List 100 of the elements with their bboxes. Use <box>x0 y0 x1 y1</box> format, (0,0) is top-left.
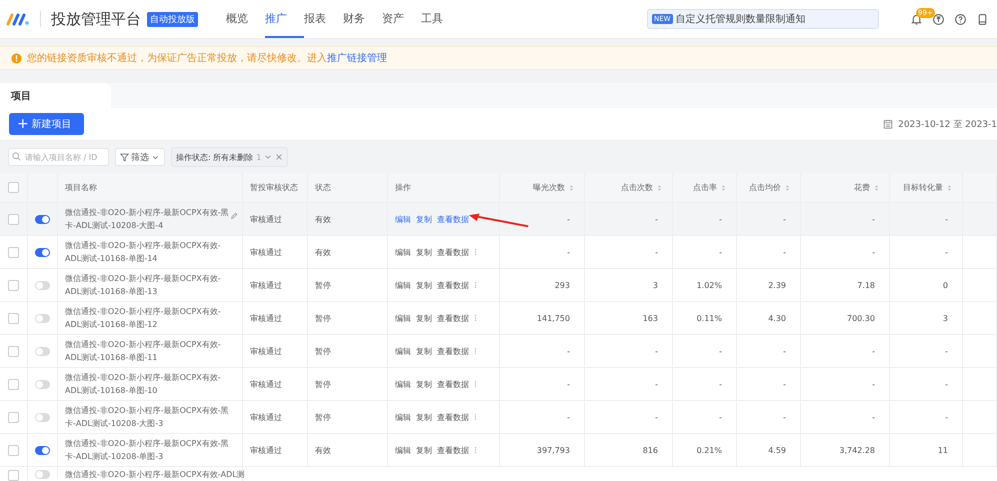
toggle-switch[interactable] <box>35 380 50 388</box>
nav-tab[interactable]: 推广 <box>265 0 304 38</box>
toggle-switch[interactable] <box>35 470 50 479</box>
more-icon[interactable] <box>474 281 477 289</box>
action-link[interactable]: 查看数据 <box>437 346 469 356</box>
table-cell: 3 <box>652 280 658 290</box>
select-all-checkbox[interactable] <box>8 182 19 193</box>
column-header: 点击均价 <box>749 182 781 193</box>
action-link[interactable]: 复制 <box>416 346 432 356</box>
table-cell: - <box>872 346 875 356</box>
sort-icon[interactable] <box>947 184 952 192</box>
action-link[interactable]: 复制 <box>416 444 432 456</box>
edition-badge: 自动投放版 <box>147 12 198 26</box>
action-link[interactable]: 查看数据 <box>437 214 469 224</box>
link-management-link[interactable]: 推广链接管理 <box>327 53 387 64</box>
nav-tab[interactable]: 概览 <box>226 0 265 38</box>
project-name: 微信通投-非O2O-新小程序-最新OCPX有效-黑卡-ADL测试-10208-大图-3 <box>65 405 230 430</box>
nav-tab[interactable]: 报表 <box>304 0 343 38</box>
nav-tab[interactable]: 财务 <box>343 0 382 38</box>
more-icon[interactable] <box>474 446 477 454</box>
action-link[interactable]: 复制 <box>416 378 432 390</box>
action-link[interactable]: 查看数据 <box>437 444 469 456</box>
nav-tab[interactable]: 资产 <box>382 0 421 38</box>
more-icon[interactable] <box>474 248 477 256</box>
more-icon[interactable] <box>474 413 477 421</box>
table-row[interactable]: 微信通投-非O2O-新小程序-最新OCPX有效-ADL测试-10168-单图-10 审核通过 暂停 编辑 复制 查看数据 - - - - - - <box>0 368 997 401</box>
project-name: 微信通投-非O2O-新小程序-最新OCPX有效-ADL测试-10168-单图-13 <box>65 273 222 298</box>
table-row[interactable]: 微信通投-非O2O-新小程序-最新OCPX有效-ADL测试-10168-单图-13 审核通过 暂停 编辑 复制 查看数据 293 3 1.02% 2.39 7.18 0 <box>0 269 997 302</box>
action-link[interactable]: 编辑 <box>395 246 411 258</box>
sort-icon[interactable] <box>657 184 662 192</box>
row-checkbox[interactable] <box>8 412 19 422</box>
nav-tab[interactable]: 工具 <box>421 0 460 38</box>
row-checkbox[interactable] <box>8 470 19 481</box>
table-row[interactable]: 微信通投-非O2O-新小程序-最新OCPX有效-黑卡-ADL测试-10208-大图-3 审核通过 暂停 编辑 复制 查看数据 - - - - - - <box>0 401 997 434</box>
action-link[interactable]: 查看数据 <box>437 280 469 290</box>
filter-button[interactable]: 筛选 <box>115 148 165 166</box>
pencil-icon[interactable] <box>230 212 238 220</box>
toggle-switch[interactable] <box>35 446 50 454</box>
more-icon[interactable] <box>474 380 477 388</box>
project-tab[interactable]: 项目 <box>0 83 111 108</box>
search-field[interactable]: 请输入项目名称 / ID <box>8 148 109 166</box>
tablet-icon[interactable] <box>976 12 989 26</box>
calendar-icon <box>883 119 894 129</box>
toggle-switch[interactable] <box>35 346 50 356</box>
row-checkbox[interactable] <box>8 246 19 258</box>
warning-icon <box>11 52 22 64</box>
action-link[interactable]: 编辑 <box>395 312 411 324</box>
action-link[interactable]: 编辑 <box>395 280 411 290</box>
table-row[interactable]: 微信通投-非O2O-新小程序-最新OCPX有效-ADL测试-10168-单图-14 审核通过 有效 编辑 复制 查看数据 - - - - - - <box>0 236 997 269</box>
table-cell: - <box>567 214 570 224</box>
filter-chip[interactable]: 操作状态: 所有未删除 1 <box>171 147 288 167</box>
help-icon[interactable] <box>954 12 967 26</box>
more-icon[interactable] <box>474 314 477 322</box>
action-link[interactable]: 查看数据 <box>437 412 469 422</box>
action-link[interactable]: 编辑 <box>395 412 411 422</box>
action-link[interactable]: 查看数据 <box>437 378 469 390</box>
action-link[interactable]: 查看数据 <box>437 246 469 258</box>
action-link[interactable]: 编辑 <box>395 444 411 456</box>
table-row[interactable]: 微信通投-非O2O-新小程序-最新OCPX有效-ADL测试-10168-单图-11 审核通过 暂停 编辑 复制 查看数据 - - - - - - <box>0 335 997 368</box>
row-checkbox[interactable] <box>8 312 19 324</box>
action-link[interactable]: 编辑 <box>395 346 411 356</box>
more-icon[interactable] <box>474 347 477 355</box>
action-link[interactable]: 编辑 <box>395 214 411 224</box>
action-link[interactable]: 编辑 <box>395 378 411 390</box>
table-cell: - <box>655 248 658 256</box>
column-header: 暂投审核状态 <box>250 182 298 193</box>
toggle-switch[interactable] <box>35 314 50 322</box>
column-header: 状态 <box>315 182 331 193</box>
table-row[interactable]: 微信通投-非O2O-新小程序-最新OCPX有效-ADL测试-10168-单图-12 审核通过 暂停 编辑 复制 查看数据 141,750 163 0.11% 4.30 700.30 3 <box>0 302 997 335</box>
column-header: 点击率 <box>693 182 717 193</box>
upload-circle-icon[interactable] <box>932 12 945 26</box>
action-link[interactable]: 复制 <box>416 214 432 224</box>
row-checkbox[interactable] <box>8 280 19 290</box>
action-link[interactable]: 复制 <box>416 412 432 422</box>
table-cell: 暂停 <box>315 346 331 356</box>
close-icon[interactable] <box>275 153 284 161</box>
table-cell: 11 <box>938 446 948 454</box>
sort-icon[interactable] <box>569 184 574 192</box>
action-link[interactable]: 查看数据 <box>437 312 469 324</box>
table-row[interactable]: 微信通投-非O2O-新小程序-最新OCPX有效-黑卡-ADL测试-10208-单图-3 审核通过 有效 编辑 复制 查看数据 397,793 816 0.21% 4.59 3,742.28 11 <box>0 434 997 467</box>
row-checkbox[interactable] <box>8 214 19 224</box>
row-checkbox[interactable] <box>8 378 19 390</box>
new-project-button[interactable]: + 新建项目 <box>9 113 84 135</box>
toggle-switch[interactable] <box>35 412 50 422</box>
row-checkbox[interactable] <box>8 444 19 456</box>
action-link[interactable]: 复制 <box>416 312 432 324</box>
toggle-switch[interactable] <box>35 214 50 224</box>
table-row[interactable]: 微信通投-非O2O-新小程序-最新OCPX有效-黑卡-ADL测试-10208-大图-4 审核通过 有效 编辑 复制 查看数据 - - - - - - <box>0 203 997 236</box>
toggle-switch[interactable] <box>35 248 50 256</box>
toggle-switch[interactable] <box>35 280 50 290</box>
action-link[interactable]: 复制 <box>416 280 432 290</box>
sort-icon[interactable] <box>785 184 790 192</box>
sort-icon[interactable] <box>874 184 879 192</box>
action-link[interactable]: 复制 <box>416 246 432 258</box>
table-cell: 审核通过 <box>250 246 282 258</box>
row-checkbox[interactable] <box>8 346 19 356</box>
date-range[interactable]: 2023-10-12 至 2023-1 <box>898 118 997 130</box>
table-cell: - <box>719 248 722 256</box>
sort-icon[interactable] <box>721 184 726 192</box>
column-header: 操作 <box>395 182 411 193</box>
